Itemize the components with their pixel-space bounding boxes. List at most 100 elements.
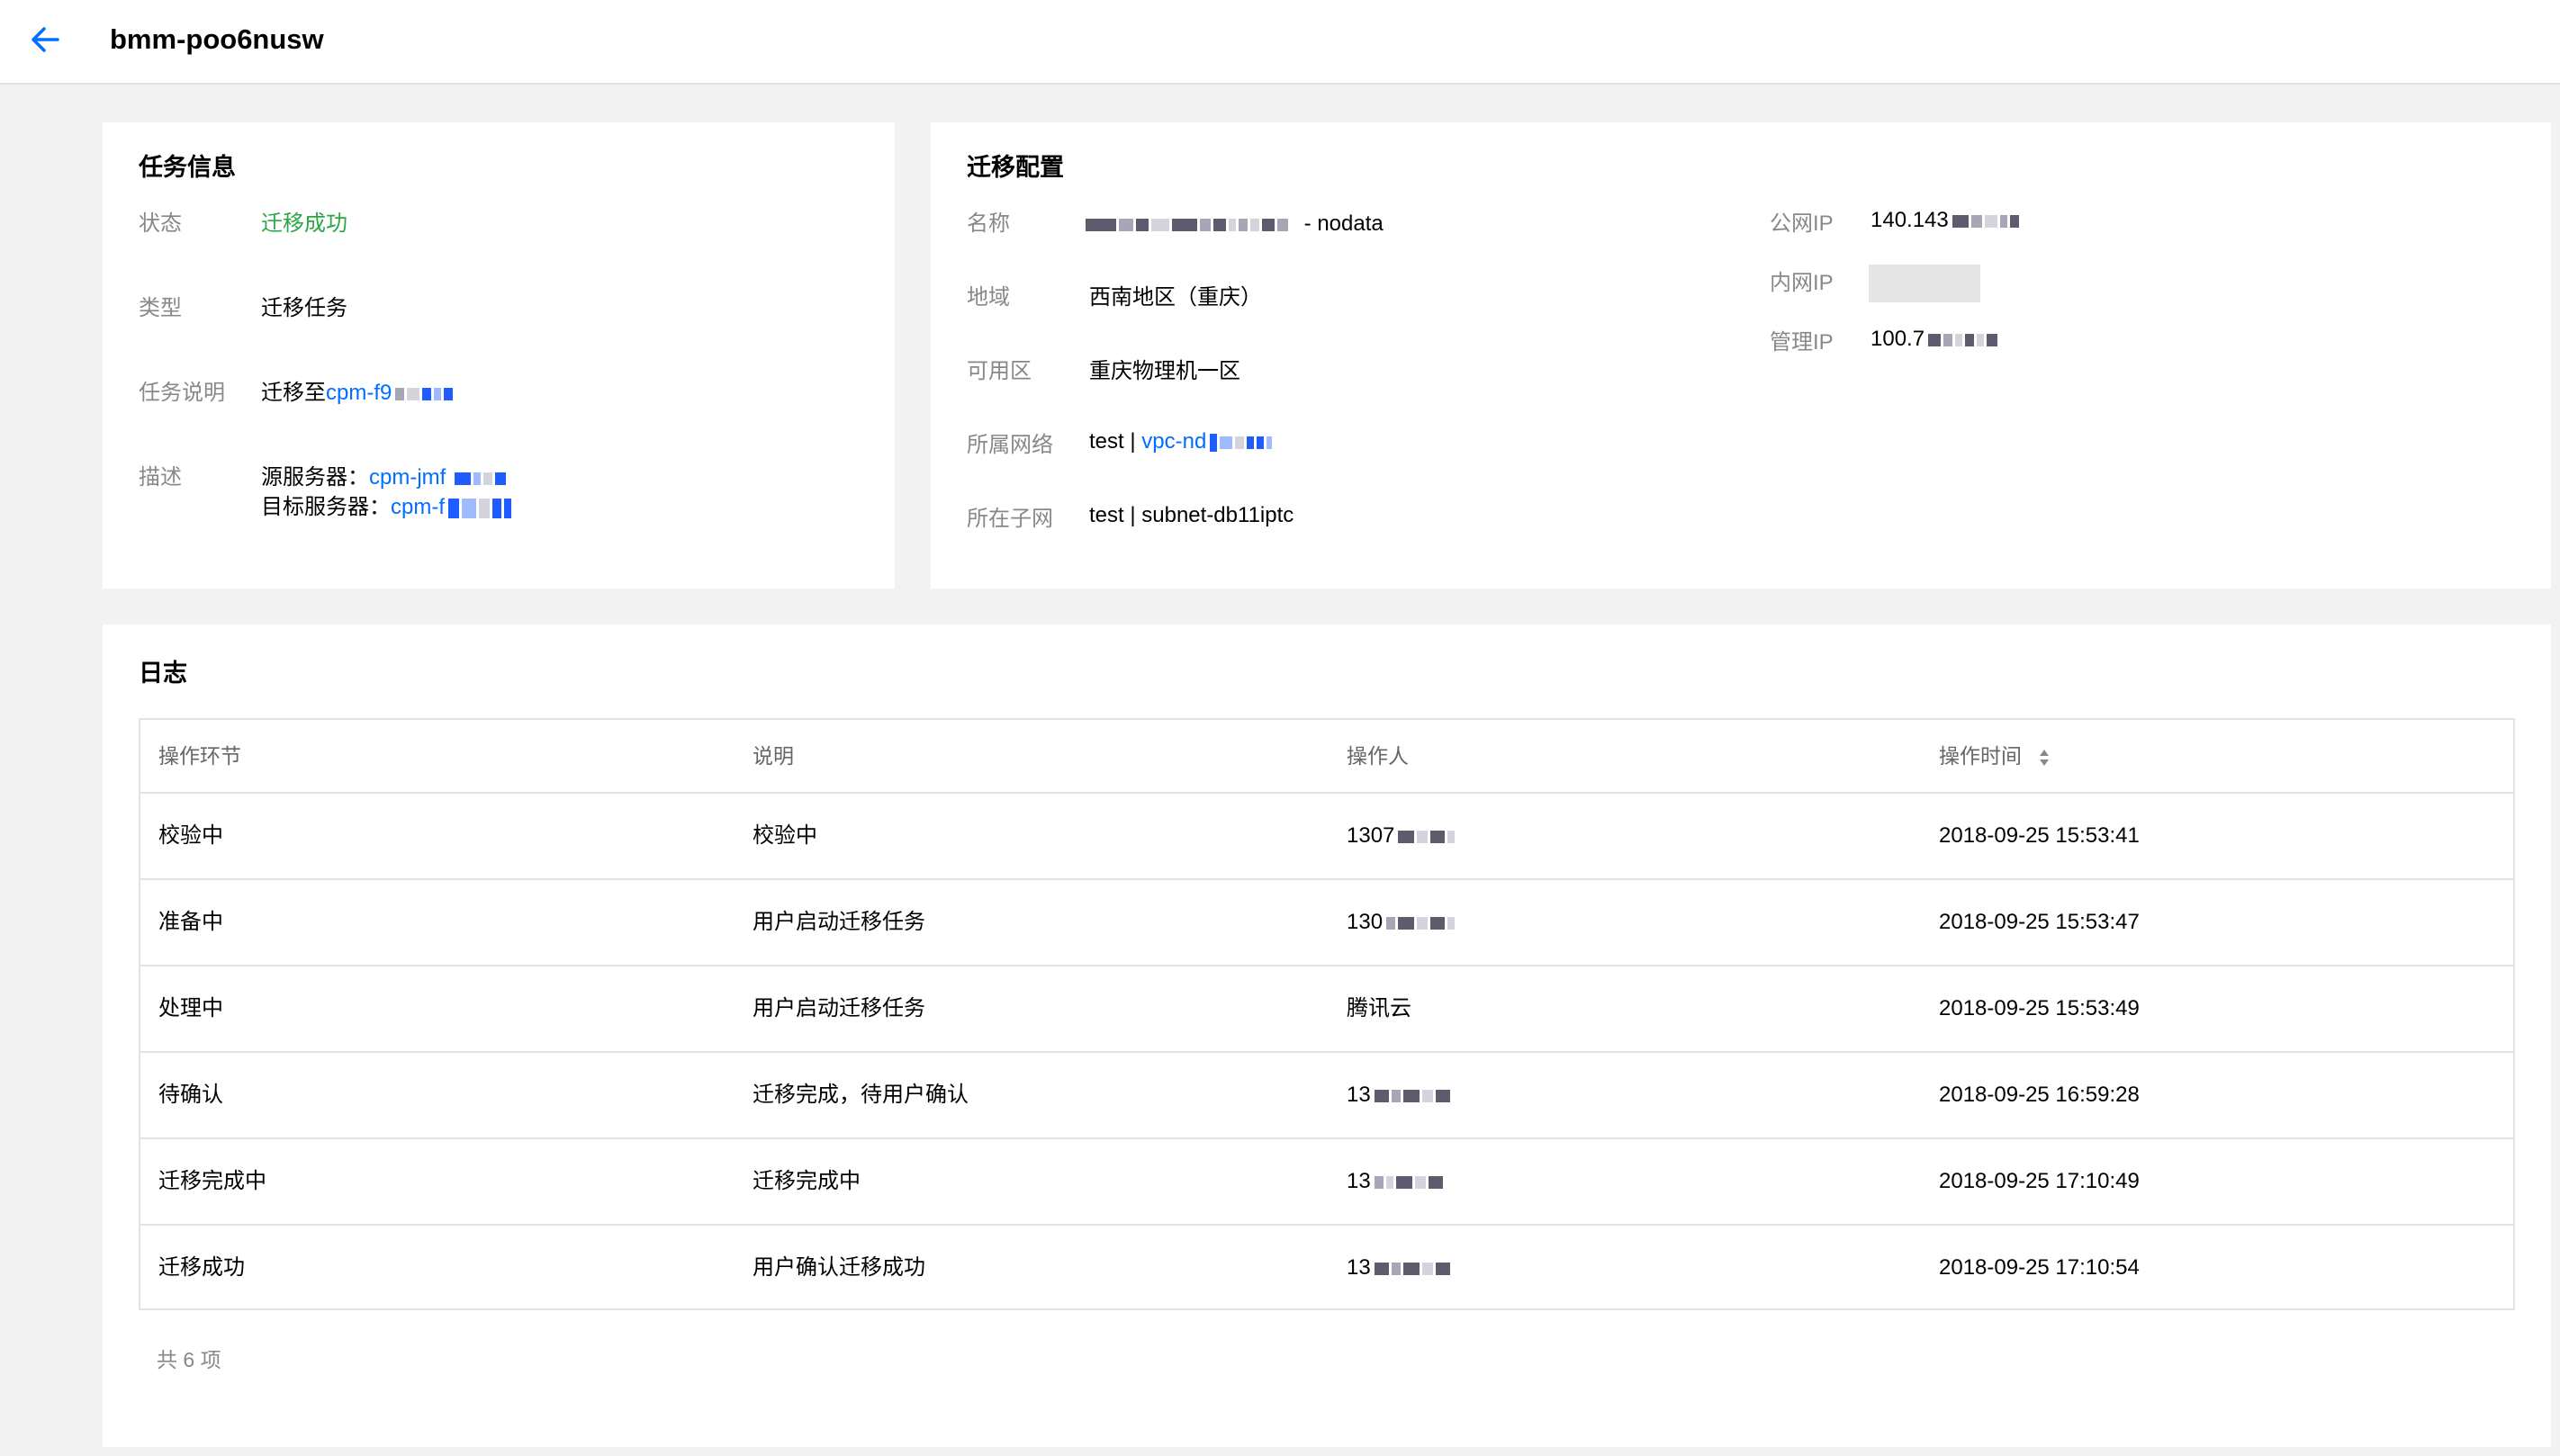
redacted-mask	[448, 495, 514, 522]
log-table: 操作环节 说明 操作人 操作时间 校验中 校验中 1307 2018-09-25…	[139, 718, 2515, 1310]
table-row: 迁移成功 用户确认迁移成功 13 2018-09-25 17:10:54	[140, 1226, 2513, 1312]
table-row: 准备中 用户启动迁移任务 130 2018-09-25 15:53:47	[140, 880, 2513, 966]
network-label: 所属网络	[967, 433, 1053, 457]
column-header-step: 操作环节	[158, 744, 241, 768]
private-ip-value	[1869, 265, 1980, 302]
cell-operator: 13	[1347, 1168, 1446, 1196]
task-desc-label: 任务说明	[139, 381, 225, 405]
status-value: 迁移成功	[261, 211, 347, 236]
cell-time: 2018-09-25 17:10:54	[1939, 1255, 2140, 1280]
cell-operator: 130	[1347, 909, 1457, 937]
type-label: 类型	[139, 296, 182, 320]
column-header-operator: 操作人	[1347, 744, 1409, 768]
cell-time: 2018-09-25 17:10:49	[1939, 1169, 2140, 1193]
table-row: 校验中 校验中 1307 2018-09-25 15:53:41	[140, 794, 2513, 880]
column-header-time-label: 操作时间	[1939, 744, 2022, 768]
table-row: 待确认 迁移完成，待用户确认 13 2018-09-25 16:59:28	[140, 1053, 2513, 1139]
task-desc-value: 迁移至cpm-f9	[261, 380, 455, 408]
cell-time: 2018-09-25 15:53:49	[1939, 996, 2140, 1020]
cell-operator: 13	[1347, 1082, 1453, 1110]
cell-operator: 13	[1347, 1254, 1453, 1282]
operator-text: 13	[1347, 1083, 1371, 1107]
cell-step: 迁移成功	[158, 1255, 245, 1280]
cell-step: 处理中	[158, 996, 223, 1020]
redacted-mask	[1928, 327, 2000, 354]
mgmt-ip-label: 管理IP	[1770, 330, 1834, 355]
redacted-mask	[1210, 429, 1275, 456]
cell-desc: 用户启动迁移任务	[753, 996, 925, 1020]
region-label: 地域	[967, 285, 1010, 310]
redacted-mask	[1398, 823, 1457, 850]
network-value: test | vpc-nd	[1089, 428, 1275, 456]
cell-desc: 用户启动迁移任务	[753, 910, 925, 934]
operator-text: 13	[1347, 1169, 1371, 1193]
target-server-link-2[interactable]: cpm-f	[391, 495, 445, 519]
task-info-title: 任务信息	[139, 154, 236, 181]
source-server-link[interactable]: cpm-jmf	[369, 465, 446, 490]
name-label: 名称	[967, 211, 1010, 236]
redacted-mask	[395, 381, 455, 408]
target-server-link[interactable]: cpm-f9	[326, 381, 392, 405]
source-server-prefix: 源服务器：	[261, 465, 369, 490]
sort-icon[interactable]	[2038, 748, 2051, 768]
public-ip-value: 140.143	[1870, 207, 2022, 235]
log-title: 日志	[139, 660, 187, 687]
cell-step: 准备中	[158, 910, 223, 934]
mgmt-ip-value: 100.7	[1870, 326, 2000, 354]
region-value: 西南地区（重庆）	[1089, 285, 1262, 310]
cell-step: 迁移完成中	[158, 1169, 266, 1193]
task-info-card: 任务信息 状态 迁移成功 类型 迁移任务 任务说明 迁移至cpm-f9 描述 源…	[103, 122, 895, 589]
subnet-value: test | subnet-db11iptc	[1089, 503, 1294, 527]
public-ip-label: 公网IP	[1770, 211, 1834, 236]
source-server-line: 源服务器：cpm-jmf	[261, 464, 509, 492]
mgmt-ip-text: 100.7	[1870, 327, 1925, 351]
status-label: 状态	[139, 211, 182, 236]
table-row: 处理中 用户启动迁移任务 腾讯云 2018-09-25 15:53:49	[140, 966, 2513, 1053]
detail-label: 描述	[139, 465, 182, 490]
migration-config-card: 迁移配置 名称 - nodata 地域 西南地区（重庆） 可用区 重庆物理机一区…	[931, 122, 2551, 589]
redacted-mask	[1086, 211, 1291, 238]
table-header: 操作环节 说明 操作人 操作时间	[140, 720, 2513, 794]
target-server-prefix: 目标服务器：	[261, 495, 391, 519]
public-ip-text: 140.143	[1870, 208, 1949, 232]
page-title: bmm-poo6nusw	[110, 23, 324, 55]
cell-time: 2018-09-25 15:53:47	[1939, 910, 2140, 934]
redacted-mask	[455, 465, 509, 492]
cell-time: 2018-09-25 15:53:41	[1939, 823, 2140, 848]
top-bar: bmm-poo6nusw	[0, 0, 2560, 85]
operator-text: 1307	[1347, 823, 1395, 848]
redacted-mask	[1374, 1169, 1446, 1196]
cell-desc: 校验中	[753, 823, 817, 848]
task-desc-prefix: 迁移至	[261, 381, 326, 405]
back-button[interactable]	[23, 18, 67, 61]
network-prefix: test |	[1089, 429, 1136, 454]
cell-desc: 迁移完成中	[753, 1169, 861, 1193]
operator-text: 130	[1347, 910, 1384, 934]
redacted-mask	[1374, 1083, 1453, 1110]
redacted-mask	[1386, 910, 1457, 937]
cell-operator: 1307	[1347, 822, 1457, 850]
subnet-label: 所在子网	[967, 507, 1053, 531]
zone-value: 重庆物理机一区	[1089, 359, 1240, 383]
operator-text: 13	[1347, 1255, 1371, 1280]
cell-operator: 腾讯云	[1347, 996, 1411, 1020]
name-suffix: - nodata	[1303, 211, 1384, 236]
cell-time: 2018-09-25 16:59:28	[1939, 1083, 2140, 1107]
table-row: 迁移完成中 迁移完成中 13 2018-09-25 17:10:49	[140, 1139, 2513, 1226]
vpc-link[interactable]: vpc-nd	[1141, 429, 1206, 454]
total-count: 共 6 项	[157, 1348, 221, 1371]
cell-step: 校验中	[158, 823, 223, 848]
zone-label: 可用区	[967, 359, 1032, 383]
redacted-mask	[1952, 208, 2022, 235]
cell-desc: 用户确认迁移成功	[753, 1255, 925, 1280]
column-header-desc: 说明	[753, 744, 794, 768]
private-ip-label: 内网IP	[1770, 271, 1834, 295]
column-header-time[interactable]: 操作时间	[1939, 741, 2051, 770]
cell-step: 待确认	[158, 1083, 223, 1107]
name-value: - nodata	[1086, 211, 1384, 238]
redacted-mask	[1374, 1255, 1453, 1282]
migration-config-title: 迁移配置	[967, 154, 1064, 181]
arrow-left-icon	[32, 27, 59, 52]
cell-desc: 迁移完成，待用户确认	[753, 1083, 969, 1107]
target-server-line: 目标服务器：cpm-f	[261, 494, 514, 522]
